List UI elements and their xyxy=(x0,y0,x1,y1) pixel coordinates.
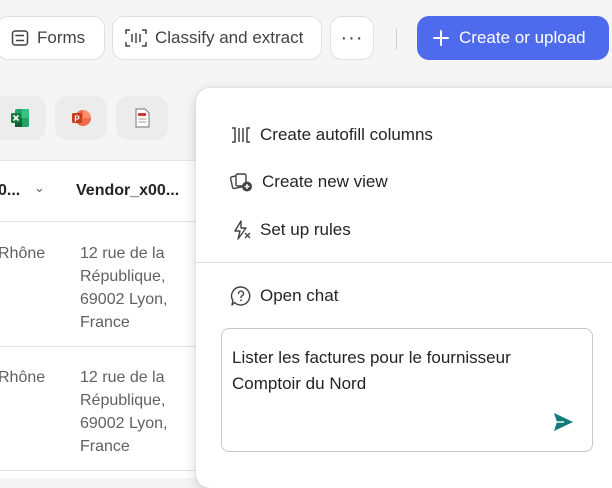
menu-item-set-up-rules[interactable]: Set up rules xyxy=(230,215,351,245)
powerpoint-icon: P xyxy=(72,110,91,126)
menu-item-label: Create new view xyxy=(262,172,388,191)
send-icon[interactable] xyxy=(552,411,574,433)
forms-button[interactable]: Forms xyxy=(0,16,105,60)
menu-item-label: Set up rules xyxy=(260,220,351,239)
excel-icon xyxy=(11,109,29,127)
classify-extract-label: Classify and extract xyxy=(155,28,304,47)
chat-input-text[interactable]: Lister les factures pour le fournisseur … xyxy=(232,345,562,397)
excel-template-button[interactable] xyxy=(0,96,46,140)
row-divider xyxy=(0,221,200,222)
create-upload-button[interactable]: Create or upload xyxy=(417,16,609,60)
table-cell-region: Rhône xyxy=(0,245,46,262)
command-bar: Forms Classify and extract ··· Create or… xyxy=(0,0,612,80)
menu-item-create-new-view[interactable]: Create new view xyxy=(230,167,388,197)
plus-icon xyxy=(433,30,449,46)
more-options-menu: Create autofill columns Create new view … xyxy=(196,88,612,488)
table-border xyxy=(0,160,200,161)
scan-text-icon xyxy=(125,29,147,47)
chevron-down-icon[interactable]: ⌄ xyxy=(34,180,45,196)
more-options-button[interactable]: ··· xyxy=(330,16,374,60)
menu-item-create-autofill-columns[interactable]: Create autofill columns xyxy=(230,120,433,150)
column-header[interactable]: 0... xyxy=(0,182,20,200)
menu-item-label: Create autofill columns xyxy=(260,125,433,144)
autofill-columns-icon xyxy=(232,127,250,143)
forms-label: Forms xyxy=(37,28,86,47)
table-cell-region: Rhône xyxy=(0,369,46,386)
svg-text:P: P xyxy=(74,115,80,124)
column-header-vendor[interactable]: Vendor_x00... xyxy=(76,182,179,200)
toolbar-divider xyxy=(396,28,397,50)
pdf-template-button[interactable] xyxy=(116,96,168,140)
row-divider xyxy=(0,470,200,471)
menu-item-label: Open chat xyxy=(260,286,339,305)
menu-item-open-chat[interactable]: Open chat xyxy=(230,281,338,311)
forms-icon xyxy=(11,30,29,46)
chat-help-icon xyxy=(230,286,251,306)
chat-input[interactable]: Lister les factures pour le fournisseur … xyxy=(221,328,593,452)
table-cell-address: 12 rue de la République, 69002 Lyon, Fra… xyxy=(80,369,168,455)
more-icon: ··· xyxy=(340,26,364,49)
document-table: 0... ⌄ Vendor_x00... Rhône 12 rue de la … xyxy=(0,160,200,478)
powerpoint-template-button[interactable]: P xyxy=(55,96,107,140)
table-cell-address: 12 rue de la République, 69002 Lyon, Fra… xyxy=(80,245,168,331)
new-view-icon xyxy=(230,173,252,192)
classify-extract-button[interactable]: Classify and extract xyxy=(112,16,322,60)
menu-divider xyxy=(196,262,612,263)
row-divider xyxy=(0,346,200,347)
create-upload-label: Create or upload xyxy=(459,28,586,47)
rules-icon xyxy=(234,220,251,240)
pdf-icon xyxy=(135,108,150,128)
